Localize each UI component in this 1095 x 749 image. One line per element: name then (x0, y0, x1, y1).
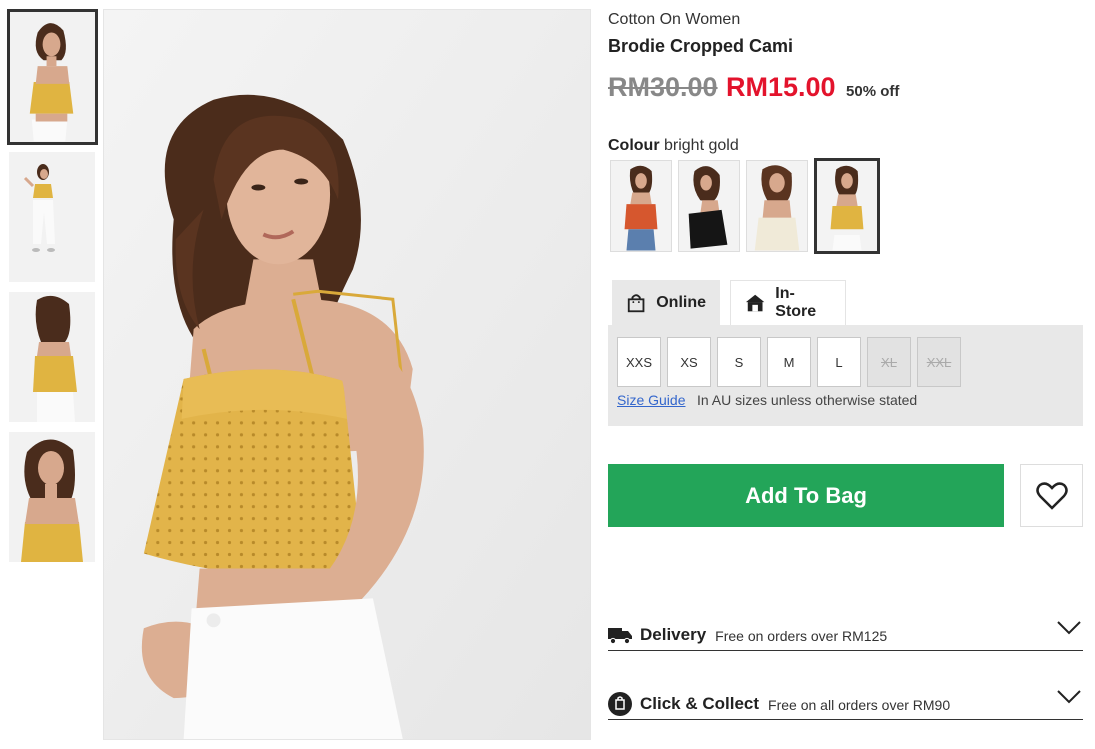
size-option-xl: XL (867, 337, 911, 387)
thumbnail-image (9, 292, 95, 422)
size-options: XXS XS S M L XL XXL (617, 337, 967, 387)
store-icon (745, 294, 765, 312)
tab-in-store-label: In-Store (775, 285, 817, 320)
click-collect-icon (608, 691, 632, 716)
availability-tabs: Online In-Store (612, 280, 846, 325)
colour-value: bright gold (664, 137, 739, 154)
swatch-bright-gold[interactable] (814, 158, 880, 254)
thumbnail-3[interactable] (9, 292, 95, 422)
tab-online[interactable]: Online (612, 280, 720, 325)
thumbnail-image (9, 152, 95, 282)
colour-swatches (610, 158, 886, 254)
size-option-s[interactable]: S (717, 337, 761, 387)
thumbnail-1[interactable] (7, 9, 98, 145)
chevron-down-icon (1057, 690, 1081, 709)
delivery-truck-icon (608, 626, 632, 644)
swatch-image (817, 161, 877, 251)
thumbnail-image (9, 432, 95, 562)
size-option-l[interactable]: L (817, 337, 861, 387)
shopping-bag-icon (627, 293, 645, 312)
swatch-cream[interactable] (746, 160, 808, 252)
swatch-image (611, 161, 671, 251)
product-title: Brodie Cropped Cami (608, 36, 794, 56)
add-to-bag-button[interactable]: Add To Bag (608, 464, 1004, 527)
delivery-subtitle: Free on orders over RM125 (715, 628, 888, 644)
swatch-black[interactable] (678, 160, 740, 252)
original-price: RM30.00 (608, 72, 718, 102)
brand-name[interactable]: Cotton On Women (608, 11, 740, 29)
sale-price: RM15.00 (726, 72, 836, 102)
delivery-accordion[interactable]: Delivery Free on orders over RM125 (608, 619, 1083, 651)
product-page: Cotton On Women Brodie Cropped Cami RM30… (0, 0, 1095, 749)
click-collect-title: Click & Collect (640, 693, 760, 713)
click-collect-subtitle: Free on all orders over RM90 (768, 697, 951, 713)
main-product-image[interactable] (103, 9, 591, 740)
chevron-down-icon (1057, 621, 1081, 640)
swatch-image (747, 161, 807, 251)
tab-in-store[interactable]: In-Store (730, 280, 846, 325)
size-option-xs[interactable]: XS (667, 337, 711, 387)
thumbnail-gallery (7, 9, 99, 572)
tab-online-label: Online (656, 293, 706, 311)
size-option-xxs[interactable]: XXS (617, 337, 661, 387)
colour-label: Colour bright gold (608, 137, 739, 155)
price-row: RM30.00 RM15.00 50% off (608, 72, 899, 103)
delivery-title: Delivery (640, 624, 707, 644)
swatch-orange[interactable] (610, 160, 672, 252)
swatch-image (679, 161, 739, 251)
size-option-xxl: XXL (917, 337, 961, 387)
size-option-m[interactable]: M (767, 337, 811, 387)
thumbnail-image (10, 12, 95, 142)
size-panel: XXS XS S M L XL XXL Size Guide In AU sizes unl… (608, 325, 1083, 426)
click-collect-accordion[interactable]: Click & Collect Free on all orders over … (608, 688, 1083, 720)
thumbnail-4[interactable] (9, 432, 95, 562)
thumbnail-2[interactable] (9, 152, 95, 282)
product-photo (104, 10, 590, 739)
heart-icon (1035, 481, 1068, 510)
wishlist-button[interactable] (1020, 464, 1083, 527)
colour-heading: Colour (608, 137, 660, 154)
size-guide-link[interactable]: Size Guide (617, 392, 685, 408)
discount-badge: 50% off (846, 83, 900, 100)
size-note: In AU sizes unless otherwise stated (697, 392, 918, 408)
